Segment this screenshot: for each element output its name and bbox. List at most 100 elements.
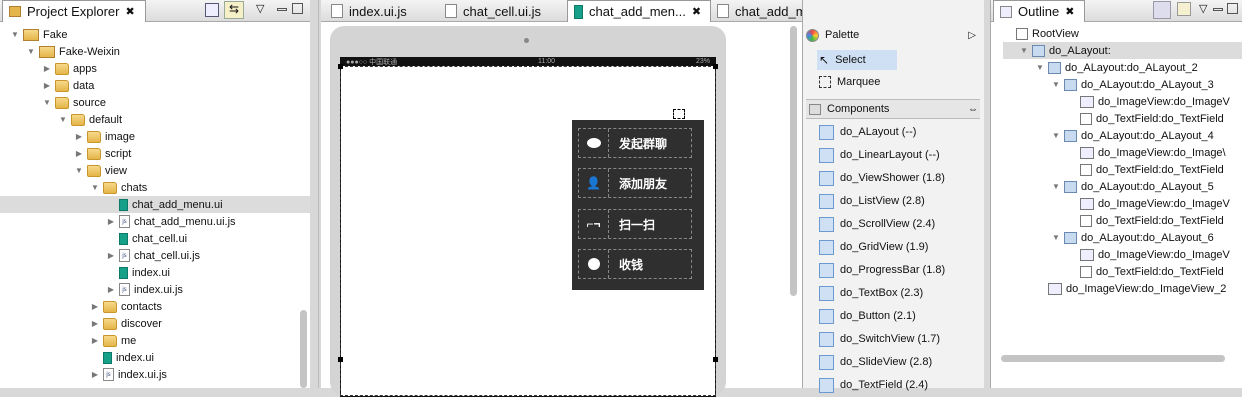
- collapsed-arrow-icon[interactable]: ▶: [42, 81, 52, 91]
- expanded-arrow-icon[interactable]: ▼: [74, 166, 84, 176]
- expanded-arrow-icon[interactable]: ▼: [58, 115, 68, 125]
- collapsed-arrow-icon[interactable]: ▶: [42, 64, 52, 74]
- palette-component[interactable]: do_ListView (2.8): [819, 191, 925, 211]
- tree-item[interactable]: ▶ script: [0, 145, 310, 162]
- outline-item[interactable]: RootView: [1003, 25, 1242, 42]
- expanded-arrow-icon[interactable]: ▼: [10, 30, 20, 40]
- tree-item[interactable]: ▶ apps: [0, 60, 310, 77]
- outline-item[interactable]: ▼ do_ALayout:do_ALayout_6: [1003, 229, 1242, 246]
- outline-item[interactable]: ▼ do_ALayout:do_ALayout_4: [1003, 127, 1242, 144]
- anchor-marker[interactable]: [673, 109, 685, 119]
- collapsed-arrow-icon[interactable]: ▶: [90, 319, 100, 329]
- outline-item[interactable]: do_TextField:do_TextField: [1003, 161, 1242, 178]
- tree-item[interactable]: ▼ chats: [0, 179, 310, 196]
- tree-item[interactable]: ▶ js chat_cell.ui.js: [0, 247, 310, 264]
- collapsed-arrow-icon[interactable]: ▶: [90, 302, 100, 312]
- palette-component[interactable]: do_ALayout (--): [819, 122, 916, 142]
- palette-component[interactable]: do_Button (2.1): [819, 306, 916, 326]
- maximize-icon[interactable]: [1227, 3, 1238, 14]
- outline-item[interactable]: do_TextField:do_TextField: [1003, 263, 1242, 280]
- tab-chat-add-menu-ui[interactable]: chat_add_men... ✖: [567, 0, 711, 22]
- horizontal-scrollbar[interactable]: [1001, 355, 1225, 362]
- tree-item[interactable]: index.ui: [0, 264, 310, 281]
- tree-item[interactable]: ▶ image: [0, 128, 310, 145]
- collapsed-arrow-icon[interactable]: ▶: [90, 370, 100, 380]
- collapsed-arrow-icon[interactable]: ▶: [106, 251, 116, 261]
- palette-component[interactable]: do_TextField (2.4): [819, 375, 928, 395]
- tab-project-explorer[interactable]: Project Explorer ✖: [2, 0, 146, 22]
- tree-item[interactable]: ▶ contacts: [0, 298, 310, 315]
- collapsed-arrow-icon[interactable]: ▶: [106, 217, 116, 227]
- palette-component[interactable]: do_LinearLayout (--): [819, 145, 940, 165]
- palette-component[interactable]: do_GridView (1.9): [819, 237, 928, 257]
- palette-component[interactable]: do_TextBox (2.3): [819, 283, 923, 303]
- menu-item-group-chat[interactable]: 发起群聊: [578, 128, 692, 158]
- editor-scrollbar[interactable]: [790, 26, 797, 296]
- expanded-arrow-icon[interactable]: ▼: [90, 183, 100, 193]
- outline-item[interactable]: do_ImageView:do_ImageV: [1003, 93, 1242, 110]
- outline-item[interactable]: do_TextField:do_TextField: [1003, 212, 1242, 229]
- resize-handle[interactable]: [338, 64, 343, 69]
- collapsed-arrow-icon[interactable]: ▶: [74, 132, 84, 142]
- outline-item[interactable]: do_ImageView:do_Image\: [1003, 144, 1242, 161]
- tab-outline[interactable]: Outline ✖: [993, 0, 1085, 22]
- tree-item[interactable]: ▼ Fake: [0, 26, 310, 43]
- tree-item[interactable]: ▼ source: [0, 94, 310, 111]
- collapse-icon[interactable]: ⇔: [968, 104, 978, 115]
- close-icon[interactable]: ✖: [692, 5, 701, 18]
- tree-item[interactable]: ▶ me: [0, 332, 310, 349]
- close-icon[interactable]: ✖: [125, 5, 134, 18]
- resize-handle[interactable]: [713, 64, 718, 69]
- tree-item[interactable]: ▶ js chat_add_menu.ui.js: [0, 213, 310, 230]
- collapsed-arrow-icon[interactable]: ▶: [106, 285, 116, 295]
- outline-item[interactable]: ▼ do_ALayout:do_ALayout_3: [1003, 76, 1242, 93]
- expanded-arrow-icon[interactable]: ▼: [1035, 63, 1045, 73]
- menu-item-add-friend[interactable]: 👤 添加朋友: [578, 168, 692, 198]
- menu-item-scan[interactable]: ⌐¬ 扫一扫: [578, 209, 692, 239]
- view-menu-icon[interactable]: ▽: [256, 2, 264, 15]
- scrollbar[interactable]: [300, 310, 307, 388]
- tool-select[interactable]: ↖ Select: [817, 50, 897, 70]
- close-icon[interactable]: ✖: [1065, 5, 1074, 18]
- tree-item[interactable]: ▶ data: [0, 77, 310, 94]
- tree-view-icon[interactable]: [1153, 1, 1171, 19]
- expanded-arrow-icon[interactable]: ▼: [42, 98, 52, 108]
- outline-item[interactable]: do_ImageView:do_ImageV: [1003, 246, 1242, 263]
- tree-item[interactable]: ▼ Fake-Weixin: [0, 43, 310, 60]
- palette-component[interactable]: do_SwitchView (1.7): [819, 329, 940, 349]
- link-editor-icon[interactable]: ⇆: [224, 1, 244, 19]
- maximize-icon[interactable]: [292, 3, 303, 14]
- resize-handle[interactable]: [713, 357, 718, 362]
- tree-item[interactable]: ▶ js index.ui.js: [0, 281, 310, 298]
- expanded-arrow-icon[interactable]: ▼: [1019, 46, 1029, 56]
- minimize-icon[interactable]: [1213, 8, 1223, 11]
- collapse-all-icon[interactable]: [205, 3, 219, 17]
- tool-marquee[interactable]: Marquee: [819, 72, 880, 92]
- outline-item[interactable]: do_ImageView:do_ImageV: [1003, 195, 1242, 212]
- palette-component[interactable]: do_ProgressBar (1.8): [819, 260, 945, 280]
- expanded-arrow-icon[interactable]: ▼: [1051, 80, 1061, 90]
- minimize-icon[interactable]: [277, 8, 287, 11]
- overview-icon[interactable]: [1177, 2, 1191, 16]
- palette-header[interactable]: Palette ▷: [806, 26, 976, 44]
- tab-chat-cell-ui-js[interactable]: chat_cell.ui.js: [439, 0, 567, 22]
- tab-chat-add-menu-ui-js[interactable]: chat_add_men...: [711, 0, 802, 22]
- tree-item[interactable]: ▼ view: [0, 162, 310, 179]
- outline-item[interactable]: ▼ do_ALayout:do_ALayout_5: [1003, 178, 1242, 195]
- expanded-arrow-icon[interactable]: ▼: [26, 47, 36, 57]
- menu-item-collect-money[interactable]: 收钱: [578, 249, 692, 279]
- outline-item[interactable]: ▼ do_ALayout:do_ALayout_2: [1003, 59, 1242, 76]
- outline-item[interactable]: do_ImageView:do_ImageView_2: [1003, 280, 1242, 297]
- outline-item[interactable]: ▼ do_ALayout:: [1003, 42, 1242, 59]
- tree-item[interactable]: chat_add_menu.ui: [0, 196, 310, 213]
- expanded-arrow-icon[interactable]: ▼: [1051, 131, 1061, 141]
- outline-item[interactable]: do_TextField:do_TextField: [1003, 110, 1242, 127]
- palette-component[interactable]: do_ViewShower (1.8): [819, 168, 945, 188]
- tree-item[interactable]: ▶ js index.ui.js: [0, 366, 310, 383]
- collapsed-arrow-icon[interactable]: ▶: [90, 336, 100, 346]
- components-header[interactable]: Components ⇔: [806, 99, 980, 119]
- resize-handle[interactable]: [338, 357, 343, 362]
- tree-item[interactable]: ▼ default: [0, 111, 310, 128]
- expanded-arrow-icon[interactable]: ▼: [1051, 182, 1061, 192]
- view-menu-icon[interactable]: ▽: [1199, 2, 1207, 15]
